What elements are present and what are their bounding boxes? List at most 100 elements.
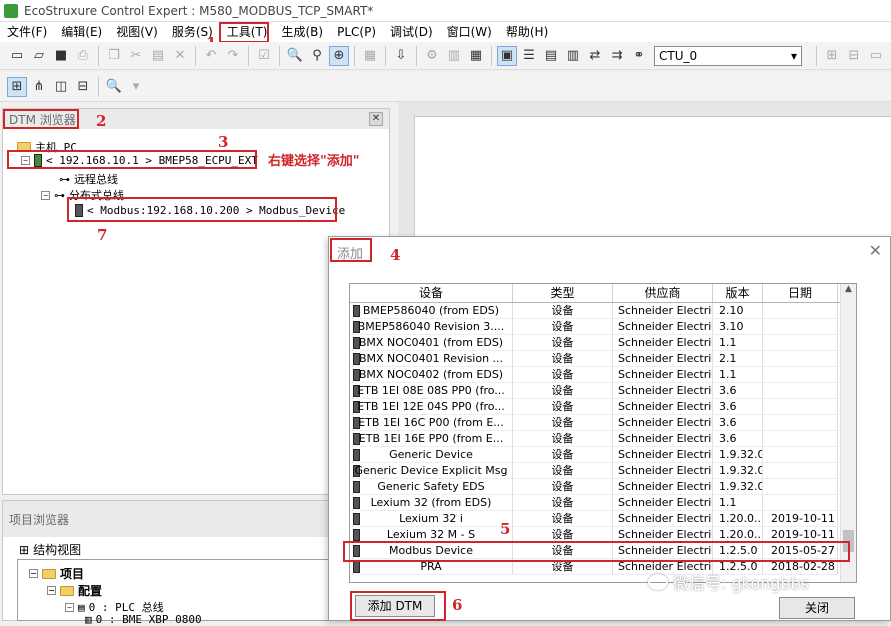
table-cell bbox=[763, 463, 838, 479]
tree-backplane[interactable]: ▥ 0 : BME XBP 0800 bbox=[85, 613, 202, 626]
table-cell: 设备 bbox=[513, 319, 613, 335]
zoom-dropdown-icon[interactable]: ▾ bbox=[126, 77, 146, 97]
tree-icon[interactable]: ☰ bbox=[519, 46, 539, 66]
tree-config[interactable]: − 配置 bbox=[47, 582, 102, 599]
close-icon[interactable]: ✕ bbox=[369, 112, 383, 126]
structure-icon[interactable]: ⋔ bbox=[29, 77, 49, 97]
collapse-icon[interactable]: − bbox=[29, 569, 38, 578]
table-cell: 1.9.32.0 bbox=[713, 479, 763, 495]
undo-icon[interactable]: ↶ bbox=[201, 46, 221, 66]
annotation-7: 7 bbox=[97, 226, 108, 244]
col-version[interactable]: 版本 bbox=[713, 284, 763, 302]
table-row[interactable]: BMEP586040 (from EDS) 设备 Schneider Electri… bbox=[350, 303, 856, 319]
menu-view[interactable]: 视图(V) bbox=[109, 22, 165, 42]
rack-icon: ▤ bbox=[78, 600, 85, 614]
tree-project[interactable]: − 项目 bbox=[29, 565, 84, 582]
col-type[interactable]: 类型 bbox=[513, 284, 613, 302]
table-cell: Schneider Electric bbox=[613, 335, 713, 351]
table-cell: 设备 bbox=[513, 463, 613, 479]
step-icon[interactable]: ⇉ bbox=[607, 46, 627, 66]
tree-remote-bus-label: 远程总线 bbox=[74, 173, 118, 186]
tree-remote-bus[interactable]: ⊶ 远程总线 bbox=[59, 171, 118, 187]
list-icon[interactable]: ▥ bbox=[563, 46, 583, 66]
table-cell: Generic Safety EDS bbox=[350, 479, 513, 495]
distribute-icon[interactable]: ⊟ bbox=[844, 46, 864, 66]
table-row[interactable]: Generic Device 设备 Schneider Electric 1.9.32… bbox=[350, 447, 856, 463]
collapse-icon[interactable]: − bbox=[41, 190, 50, 200]
menu-debug[interactable]: 调试(D) bbox=[383, 22, 440, 42]
table-icon[interactable]: ▤ bbox=[541, 46, 561, 66]
col-device[interactable]: 设备 bbox=[350, 284, 513, 302]
scroll-up-icon[interactable]: ▲ bbox=[841, 284, 856, 294]
table-cell: 设备 bbox=[513, 415, 613, 431]
close-icon[interactable]: ✕ bbox=[869, 241, 882, 260]
wechat-icon bbox=[648, 574, 668, 590]
split-v-icon[interactable]: ◫ bbox=[51, 77, 71, 97]
table-row[interactable]: ETB 1EI 08E 08S PP0 (fro... 设备 Schneider E… bbox=[350, 383, 856, 399]
paste-icon[interactable]: ▤ bbox=[148, 46, 168, 66]
col-vendor[interactable]: 供应商 bbox=[613, 284, 713, 302]
redo-icon[interactable]: ↷ bbox=[223, 46, 243, 66]
table-cell: 3.6 bbox=[713, 415, 763, 431]
device-grid[interactable]: 设备 类型 供应商 版本 日期 BMEP586040 (from EDS) 设备 S… bbox=[349, 283, 857, 583]
collapse-icon[interactable]: − bbox=[65, 602, 74, 612]
table-row[interactable]: BMX NOC0401 Revision ... 设备 Schneider Elec… bbox=[350, 351, 856, 367]
chevron-down-icon: ▾ bbox=[790, 48, 797, 63]
binoculars-icon[interactable]: ⚭ bbox=[629, 46, 649, 66]
zoom-search-icon[interactable]: 🔍 bbox=[104, 77, 124, 97]
tree-project-label: 项目 bbox=[60, 567, 85, 581]
watermark-text: 微信号: gkongbbs bbox=[673, 574, 810, 593]
hierarchy-icon[interactable]: ⊞ bbox=[7, 76, 27, 97]
rack-icon[interactable]: ▦ bbox=[466, 46, 486, 66]
replace-icon[interactable]: ⚲ bbox=[307, 46, 327, 66]
menu-help[interactable]: 帮助(H) bbox=[499, 22, 555, 42]
grid-scrollbar[interactable]: ▲ bbox=[840, 284, 856, 582]
order-icon[interactable]: ▭ bbox=[866, 46, 886, 66]
collapse-icon[interactable]: − bbox=[47, 586, 56, 595]
menu-plc[interactable]: PLC(P) bbox=[330, 22, 383, 42]
window-icon[interactable]: ▣ bbox=[497, 45, 517, 66]
table-cell bbox=[763, 415, 838, 431]
table-row[interactable]: BMX NOC0401 (from EDS) 设备 Schneider Electr… bbox=[350, 335, 856, 351]
table-row[interactable]: ETB 1EI 12E 04S PP0 (fro... 设备 Schneider E… bbox=[350, 399, 856, 415]
zoom-icon[interactable]: ⊕ bbox=[329, 45, 349, 66]
secondary-toolbar: ⊞ ⋔ ◫ ⊟ 🔍 ▾ bbox=[0, 72, 891, 102]
table-row[interactable]: ETB 1EI 16E PP0 (from E... 设备 Schneider El… bbox=[350, 431, 856, 447]
table-row[interactable]: ETB 1EI 16C P00 (from E... 设备 Schneider El… bbox=[350, 415, 856, 431]
table-cell: BMX NOC0402 (from EDS) bbox=[350, 367, 513, 383]
table-row[interactable]: Generic Safety EDS 设备 Schneider Electric 1.… bbox=[350, 479, 856, 495]
delete-icon[interactable]: ✕ bbox=[170, 46, 190, 66]
rebuild-icon[interactable]: ▥ bbox=[444, 46, 464, 66]
menu-window[interactable]: 窗口(W) bbox=[440, 22, 499, 42]
menu-build[interactable]: 生成(B) bbox=[275, 22, 331, 42]
print-icon[interactable]: ⎙ bbox=[73, 46, 93, 66]
table-row[interactable]: Generic Device Explicit Msg 设备 Schneider E… bbox=[350, 463, 856, 479]
transfer-icon[interactable]: ⇩ bbox=[391, 46, 411, 66]
col-date[interactable]: 日期 bbox=[763, 284, 838, 302]
find-icon[interactable]: 🔍 bbox=[285, 46, 305, 66]
table-row[interactable]: BMX NOC0402 (from EDS) 设备 Schneider Electr… bbox=[350, 367, 856, 383]
table-row[interactable]: Lexium 32 i 设备 Schneider Electric 1.20.0...… bbox=[350, 511, 856, 527]
copy-icon[interactable]: ❐ bbox=[104, 46, 124, 66]
grid-icon[interactable]: ▦ bbox=[360, 46, 380, 66]
structure-view-tab[interactable]: ⊞ 结构视图 bbox=[19, 541, 81, 558]
align-icon[interactable]: ⊞ bbox=[822, 46, 842, 66]
table-cell: 1.1 bbox=[713, 367, 763, 383]
open-icon[interactable]: ▱ bbox=[29, 46, 49, 66]
arrows-icon[interactable]: ⇄ bbox=[585, 46, 605, 66]
build-icon[interactable]: ⚙ bbox=[422, 46, 442, 66]
split-h-icon[interactable]: ⊟ bbox=[73, 77, 93, 97]
table-row[interactable]: Lexium 32 (from EDS) 设备 Schneider Electric… bbox=[350, 495, 856, 511]
menu-edit[interactable]: 编辑(E) bbox=[54, 22, 109, 42]
save-icon[interactable]: ■ bbox=[51, 46, 71, 66]
close-button[interactable]: 关闭 bbox=[779, 597, 855, 619]
table-row[interactable]: BMEP586040 Revision 3.... 设备 Schneider Ele… bbox=[350, 319, 856, 335]
highlight-dialog-title bbox=[330, 238, 372, 262]
new-icon[interactable]: ▭ bbox=[7, 46, 27, 66]
highlight-tools-menu bbox=[219, 22, 269, 43]
menu-file[interactable]: 文件(F) bbox=[0, 22, 54, 42]
instance-combo[interactable]: CTU_0 ▾ bbox=[654, 45, 802, 66]
cut-icon[interactable]: ✂ bbox=[126, 46, 146, 66]
check-icon[interactable]: ☑ bbox=[254, 46, 274, 66]
annotation-2: 2 bbox=[96, 112, 107, 130]
